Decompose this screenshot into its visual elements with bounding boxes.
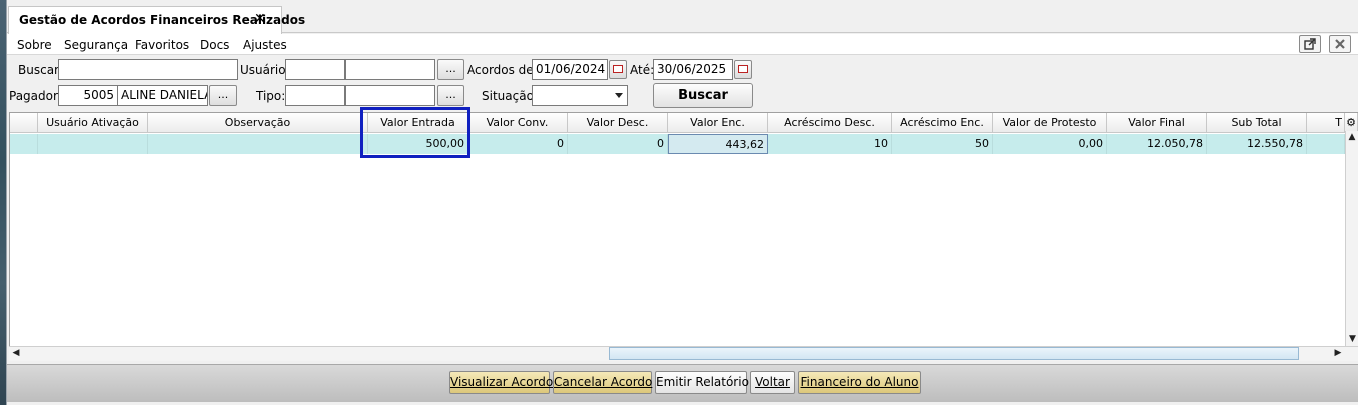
chevron-down-icon bbox=[615, 93, 623, 98]
column-header[interactable]: T bbox=[1307, 113, 1345, 133]
buscar-button[interactable]: Buscar bbox=[653, 83, 753, 108]
calendar-icon bbox=[738, 65, 748, 73]
pagador-lookup-button[interactable]: ... bbox=[209, 85, 237, 106]
table-cell[interactable]: 0 bbox=[468, 134, 568, 154]
column-header[interactable]: Observação bbox=[148, 113, 368, 133]
usuario-lookup-button[interactable]: ... bbox=[437, 59, 464, 80]
table-cell[interactable]: 10 bbox=[768, 134, 892, 154]
row-indicator-header bbox=[10, 113, 38, 133]
close-window-button[interactable] bbox=[1329, 35, 1351, 53]
table-cell[interactable]: 50 bbox=[892, 134, 993, 154]
tipo-name-input[interactable] bbox=[345, 85, 435, 106]
horizontal-scroll-thumb[interactable] bbox=[609, 347, 1299, 360]
situacao-label: Situação: bbox=[482, 89, 538, 103]
column-header[interactable]: Valor Enc. bbox=[668, 113, 768, 133]
table-cell[interactable] bbox=[148, 134, 368, 154]
valor-entrada-highlight bbox=[360, 107, 470, 158]
cancelar-acordo-button[interactable]: Cancelar Acordo bbox=[553, 371, 652, 394]
visualizar-acordo-button[interactable]: Visualizar Acordo bbox=[449, 371, 553, 394]
column-header[interactable]: Valor Final bbox=[1107, 113, 1207, 133]
scroll-up-icon[interactable]: ▲ bbox=[1346, 131, 1358, 144]
emitir-relatorio-button[interactable]: Emitir Relatório bbox=[655, 371, 749, 394]
calendar-to-button[interactable] bbox=[734, 60, 752, 79]
table-cell[interactable] bbox=[1307, 134, 1345, 154]
table-cell[interactable]: 0,00 bbox=[993, 134, 1107, 154]
table-cell[interactable]: 0 bbox=[568, 134, 668, 154]
tipo-label: Tipo: bbox=[256, 89, 286, 103]
acordos-de-label: Acordos de: bbox=[467, 63, 538, 77]
table-cell[interactable]: 12.050,78 bbox=[1107, 134, 1207, 154]
popout-icon bbox=[1304, 38, 1316, 50]
column-header[interactable]: Usuário Ativação bbox=[38, 113, 148, 133]
column-header[interactable]: Valor de Protesto bbox=[993, 113, 1107, 133]
usuario-label: Usuário: bbox=[240, 63, 290, 77]
pagador-name-input[interactable]: ALINE DANIELA bbox=[117, 85, 208, 106]
row-indicator[interactable] bbox=[10, 134, 38, 154]
popout-button[interactable] bbox=[1299, 35, 1321, 53]
acordos-from-input[interactable]: 01/06/2024 bbox=[532, 59, 608, 80]
scroll-right-icon[interactable]: ▶ bbox=[1332, 347, 1344, 360]
calendar-icon bbox=[613, 65, 623, 73]
column-header[interactable]: Acréscimo Enc. bbox=[892, 113, 993, 133]
menu-favoritos[interactable]: Favoritos bbox=[135, 38, 189, 52]
tab-close-icon[interactable]: ✕ bbox=[254, 11, 266, 27]
menu-sobre[interactable]: Sobre bbox=[17, 38, 52, 52]
column-header[interactable]: Sub Total bbox=[1207, 113, 1307, 133]
tipo-code-input[interactable] bbox=[285, 85, 345, 106]
column-header[interactable]: Valor Conv. bbox=[468, 113, 568, 133]
close-icon bbox=[1335, 39, 1345, 49]
ate-label: Até: bbox=[630, 63, 655, 77]
buscar-label: Buscar: bbox=[18, 63, 63, 77]
column-header[interactable]: Valor Desc. bbox=[568, 113, 668, 133]
usuario-code-input[interactable] bbox=[285, 59, 345, 80]
table-cell-selected[interactable]: 443,62 bbox=[668, 134, 768, 154]
buscar-input[interactable] bbox=[58, 59, 238, 80]
menu-seguranca[interactable]: Segurança bbox=[64, 38, 128, 52]
gear-icon: ⚙ bbox=[1346, 116, 1356, 129]
scroll-down-icon[interactable]: ▼ bbox=[1346, 333, 1358, 346]
menu-ajustes[interactable]: Ajustes bbox=[243, 38, 287, 52]
voltar-button[interactable]: Voltar bbox=[750, 371, 795, 394]
financeiro-aluno-button[interactable]: Financeiro do Aluno bbox=[798, 371, 921, 394]
table-cell[interactable]: 12.550,78 bbox=[1207, 134, 1307, 154]
table-cell[interactable] bbox=[38, 134, 148, 154]
calendar-from-button[interactable] bbox=[609, 60, 627, 79]
situacao-select[interactable] bbox=[532, 85, 628, 106]
scroll-left-icon[interactable]: ◀ bbox=[10, 347, 22, 360]
pagador-label: Pagador: bbox=[9, 89, 62, 103]
vertical-scrollbar[interactable]: ▲ ▼ bbox=[1345, 131, 1358, 346]
column-header[interactable]: Acréscimo Desc. bbox=[768, 113, 892, 133]
tab-acordos[interactable]: Gestão de Acordos Financeiros Realizados… bbox=[8, 6, 305, 34]
pagador-code-input[interactable]: 5005 bbox=[58, 85, 118, 106]
acordos-to-input[interactable]: 30/06/2025 bbox=[653, 59, 733, 80]
usuario-name-input[interactable] bbox=[345, 59, 435, 80]
grid-settings-button[interactable]: ⚙ bbox=[1345, 113, 1358, 133]
tipo-lookup-button[interactable]: ... bbox=[437, 85, 464, 106]
menu-docs[interactable]: Docs bbox=[200, 38, 229, 52]
